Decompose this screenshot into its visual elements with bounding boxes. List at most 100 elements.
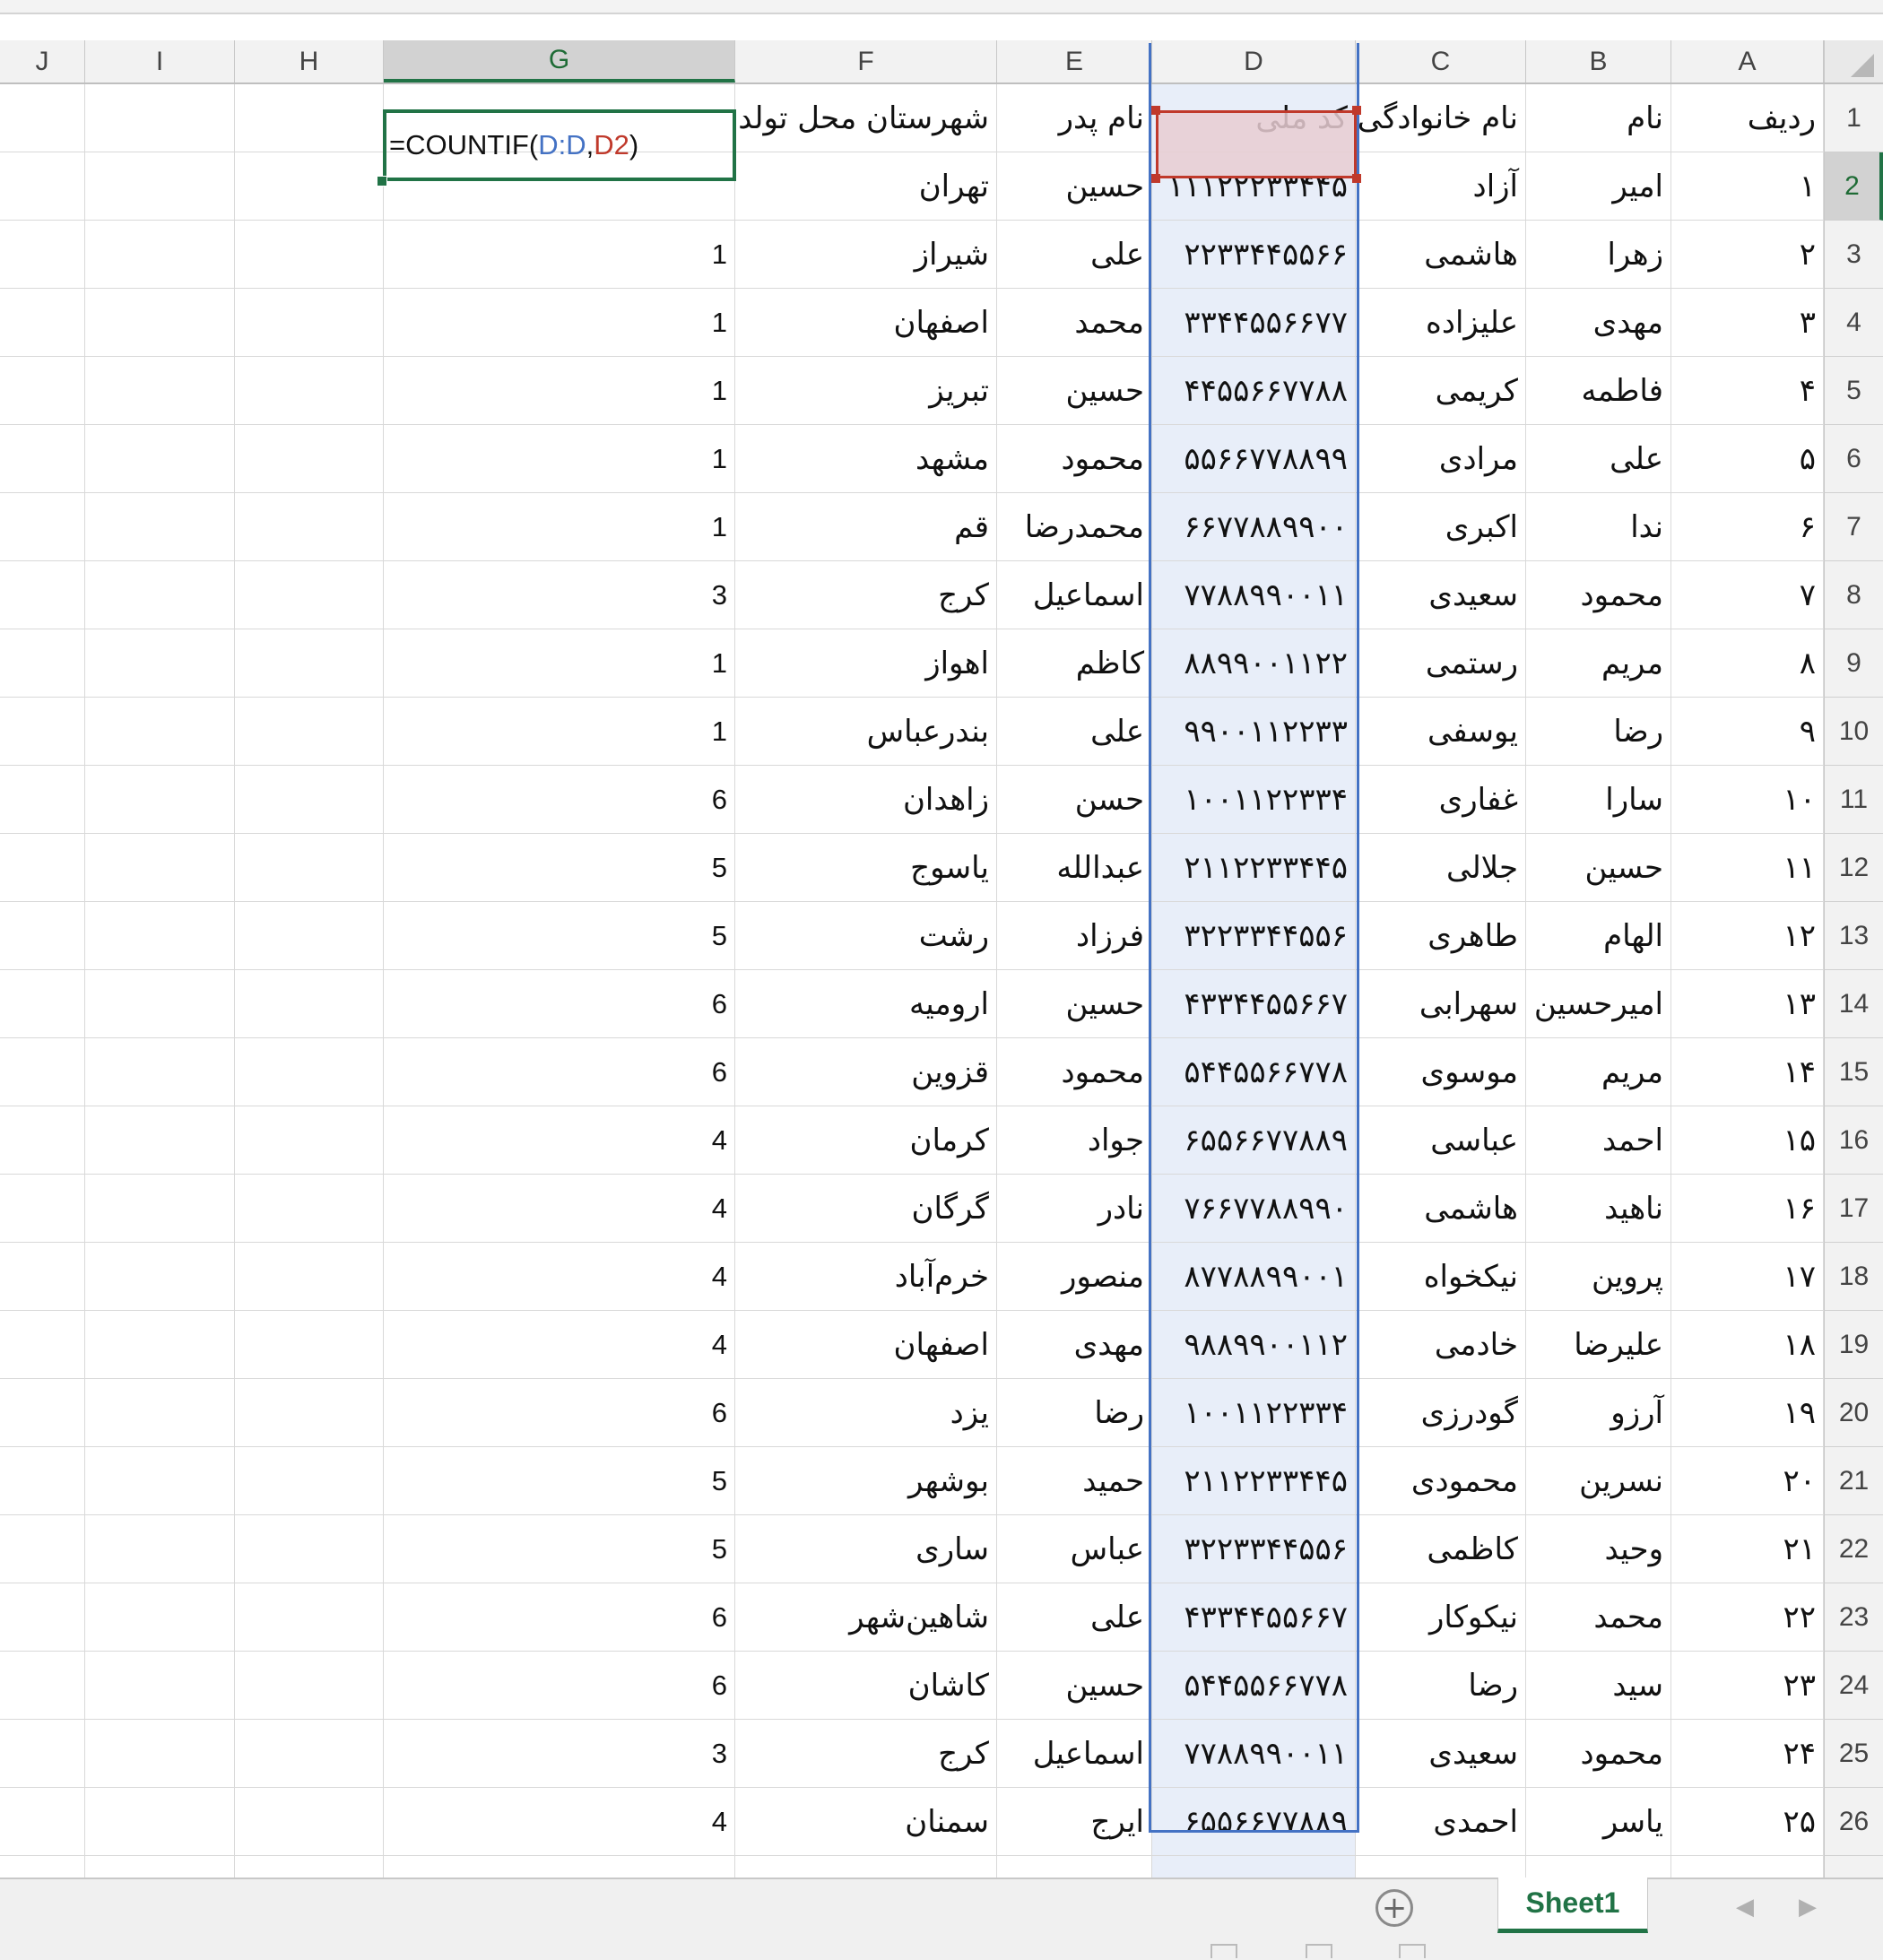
view-page-layout-icon[interactable] (1306, 1944, 1332, 1958)
cell-i[interactable] (85, 970, 235, 1038)
row-header[interactable]: 25 (1824, 1720, 1883, 1788)
cell-e[interactable]: حسین (997, 357, 1152, 425)
cell-f[interactable]: شیراز (735, 221, 997, 289)
cell-e[interactable]: نام پدر (997, 84, 1152, 152)
cell-b[interactable]: وحید (1526, 1515, 1671, 1583)
cell-j[interactable] (0, 1311, 85, 1379)
cell-d[interactable]: ۴۳۳۴۴۵۵۶۶۷ (1152, 970, 1356, 1038)
cell-j[interactable] (0, 1243, 85, 1311)
cell-j[interactable] (0, 834, 85, 902)
cell-e[interactable]: مهدی (997, 1311, 1152, 1379)
cell-g[interactable]: 3 (384, 1720, 735, 1788)
cell-j[interactable] (0, 84, 85, 152)
cell-d[interactable]: ۴۳۳۴۴۵۵۶۶۷ (1152, 1583, 1356, 1652)
cell-i[interactable] (85, 425, 235, 493)
cell-e[interactable]: عبدالله (997, 834, 1152, 902)
cell-b[interactable]: الهام (1526, 902, 1671, 970)
cell-b[interactable]: مریم (1526, 1038, 1671, 1106)
cell-i[interactable] (85, 1652, 235, 1720)
cell-b[interactable]: پروین (1526, 1243, 1671, 1311)
cell-a[interactable]: ۷ (1671, 561, 1824, 629)
cell-a[interactable]: ۲۰ (1671, 1447, 1824, 1515)
cell-c[interactable]: نیکخواه (1356, 1243, 1526, 1311)
column-header-b[interactable]: B (1526, 40, 1671, 82)
cell-g[interactable]: 1 (384, 493, 735, 561)
cell-j[interactable] (0, 561, 85, 629)
cell-c[interactable]: گودرزی (1356, 1379, 1526, 1447)
cell-b[interactable]: مهدی (1526, 289, 1671, 357)
cell-f[interactable]: زاهدان (735, 766, 997, 834)
cell-j[interactable] (0, 1652, 85, 1720)
cell-a[interactable]: ۱۷ (1671, 1243, 1824, 1311)
cell-g[interactable]: 1 (384, 357, 735, 425)
cell-d[interactable]: ۳۳۴۴۵۵۶۶۷۷ (1152, 289, 1356, 357)
cell-d[interactable]: ۶۵۵۶۶۷۷۸۸۹ (1152, 1788, 1356, 1856)
cell-d[interactable]: ۱۰۰۱۱۲۲۳۳۴ (1152, 766, 1356, 834)
cell-c[interactable]: سعیدی (1356, 1720, 1526, 1788)
cell-j[interactable] (0, 493, 85, 561)
cell-b[interactable]: احمد (1526, 1106, 1671, 1175)
cell-f[interactable]: تبریز (735, 357, 997, 425)
cell-f[interactable]: ساری (735, 1515, 997, 1583)
row-header[interactable]: 18 (1824, 1243, 1883, 1311)
cell-e[interactable]: محمود (997, 1038, 1152, 1106)
tab-scroll-right-icon[interactable]: ▶ (1799, 1894, 1817, 1921)
column-header-j[interactable]: J (0, 40, 85, 82)
column-header-g[interactable]: G (384, 40, 735, 82)
cell-e[interactable]: حسین (997, 152, 1152, 221)
cell-g[interactable]: 1 (384, 221, 735, 289)
cell-a[interactable]: ۲۳ (1671, 1652, 1824, 1720)
cell-g[interactable]: 4 (384, 1311, 735, 1379)
cell-c[interactable]: طاهری (1356, 902, 1526, 970)
cell-h[interactable] (235, 221, 384, 289)
cell-c[interactable]: یوسفی (1356, 698, 1526, 766)
cell-i[interactable] (85, 698, 235, 766)
cell-e[interactable]: محمدرضا (997, 493, 1152, 561)
row-header[interactable]: 11 (1824, 766, 1883, 834)
cell-a[interactable]: ۹ (1671, 698, 1824, 766)
row-header[interactable]: 2 (1824, 152, 1883, 221)
cell-j[interactable] (0, 902, 85, 970)
cell-a[interactable]: ۱۴ (1671, 1038, 1824, 1106)
cell-a[interactable]: ۲۵ (1671, 1788, 1824, 1856)
cell-b[interactable]: امیر (1526, 152, 1671, 221)
cell-f[interactable]: قم (735, 493, 997, 561)
cell-j[interactable] (0, 1379, 85, 1447)
cell-f[interactable]: کرج (735, 1720, 997, 1788)
cell-g[interactable]: 1 (384, 289, 735, 357)
cell-f[interactable]: کرج (735, 561, 997, 629)
cell-f[interactable]: سمنان (735, 1788, 997, 1856)
cell-g[interactable]: 5 (384, 1447, 735, 1515)
cell-d[interactable]: ۸۸۹۹۰۰۱۱۲۲ (1152, 629, 1356, 698)
reference-handle[interactable] (1352, 174, 1361, 183)
cell-d[interactable]: ۳۲۲۳۳۴۴۵۵۶ (1152, 1515, 1356, 1583)
cell-d[interactable]: ۱۱۱۲۲۲۳۳۴۴۵ (1152, 152, 1356, 221)
cell-a[interactable]: ۱۲ (1671, 902, 1824, 970)
cell-a[interactable]: ۲۱ (1671, 1515, 1824, 1583)
row-header[interactable]: 5 (1824, 357, 1883, 425)
cell-f[interactable]: کاشان (735, 1652, 997, 1720)
reference-handle[interactable] (1151, 174, 1160, 183)
cell-e[interactable]: اسماعیل (997, 1720, 1152, 1788)
cell-c[interactable]: کاظمی (1356, 1515, 1526, 1583)
cell-a[interactable]: ۲ (1671, 221, 1824, 289)
cell-h[interactable] (235, 1583, 384, 1652)
cell-g[interactable]: 5 (384, 1515, 735, 1583)
cell-d[interactable]: ۲۲۳۳۴۴۵۵۶۶ (1152, 221, 1356, 289)
cell-g[interactable]: 4 (384, 1175, 735, 1243)
cell-i[interactable] (85, 1447, 235, 1515)
cell-a[interactable]: ۱ (1671, 152, 1824, 221)
cell-a[interactable]: ۱۳ (1671, 970, 1824, 1038)
cell-d[interactable]: ۵۴۴۵۵۶۶۷۷۸ (1152, 1038, 1356, 1106)
cell-i[interactable] (85, 902, 235, 970)
cell-h[interactable] (235, 493, 384, 561)
column-header-e[interactable]: E (997, 40, 1152, 82)
cell-d[interactable]: ۷۶۶۷۷۸۸۹۹۰ (1152, 1175, 1356, 1243)
cell-b[interactable]: محمود (1526, 1720, 1671, 1788)
cell-a[interactable]: ۱۶ (1671, 1175, 1824, 1243)
cell-c[interactable]: احمدی (1356, 1788, 1526, 1856)
cell-c[interactable]: عباسی (1356, 1106, 1526, 1175)
cell-d[interactable]: ۳۲۲۳۳۴۴۵۵۶ (1152, 902, 1356, 970)
row-header[interactable]: 23 (1824, 1583, 1883, 1652)
sheet-tab-sheet1[interactable]: Sheet1 (1497, 1878, 1648, 1933)
